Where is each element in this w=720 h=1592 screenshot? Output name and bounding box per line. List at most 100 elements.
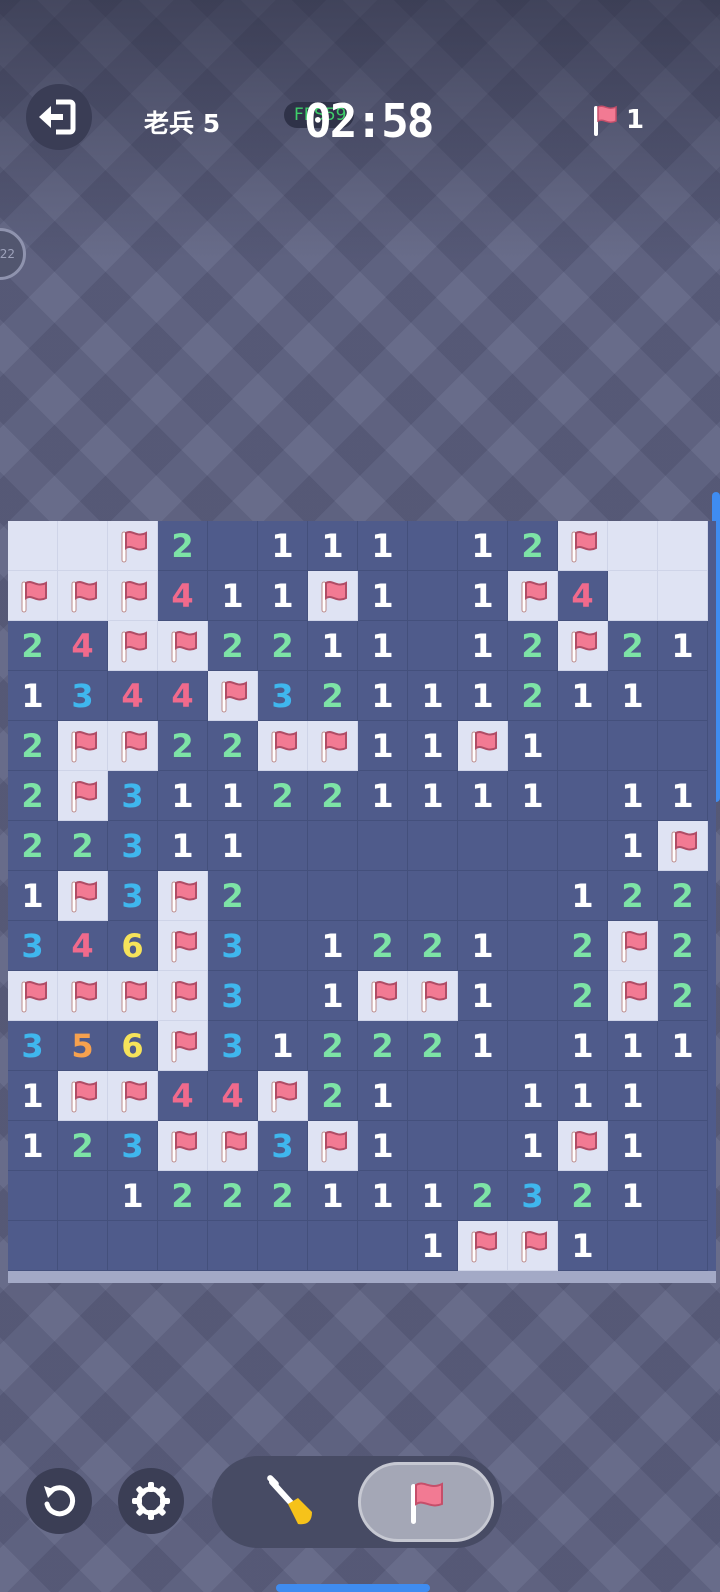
cell-number[interactable]: 1 xyxy=(458,621,508,671)
cell-flagged[interactable] xyxy=(258,1071,308,1121)
cell-number[interactable]: 3 xyxy=(58,671,108,721)
cell-number[interactable]: 1 xyxy=(8,1121,58,1171)
cell-flagged[interactable] xyxy=(158,971,208,1021)
cell-number[interactable]: 1 xyxy=(458,771,508,821)
cell-number[interactable]: 3 xyxy=(108,821,158,871)
cell-hidden[interactable] xyxy=(608,521,658,571)
cell-flagged[interactable] xyxy=(558,521,608,571)
cell-flagged[interactable] xyxy=(458,1221,508,1271)
cell-flagged[interactable] xyxy=(58,571,108,621)
cell-flagged[interactable] xyxy=(58,971,108,1021)
cell-number[interactable]: 1 xyxy=(508,1071,558,1121)
cell-number[interactable]: 1 xyxy=(358,521,408,571)
cell-flagged[interactable] xyxy=(8,571,58,621)
cell-number[interactable]: 1 xyxy=(558,1021,608,1071)
cell-number[interactable]: 2 xyxy=(508,621,558,671)
cell-flagged[interactable] xyxy=(208,1121,258,1171)
cell-empty[interactable] xyxy=(308,1221,358,1271)
cell-flagged[interactable] xyxy=(108,721,158,771)
cell-empty[interactable] xyxy=(558,721,608,771)
cell-number[interactable]: 1 xyxy=(558,871,608,921)
cell-number[interactable]: 6 xyxy=(108,921,158,971)
cell-number[interactable]: 4 xyxy=(58,921,108,971)
cell-number[interactable]: 1 xyxy=(658,771,708,821)
cell-number[interactable]: 3 xyxy=(108,871,158,921)
cell-number[interactable]: 1 xyxy=(358,1071,408,1121)
cell-number[interactable]: 2 xyxy=(658,871,708,921)
cell-number[interactable]: 1 xyxy=(8,1071,58,1121)
cell-number[interactable]: 1 xyxy=(308,521,358,571)
cell-number[interactable]: 1 xyxy=(608,1121,658,1171)
cell-flagged[interactable] xyxy=(508,571,558,621)
cell-empty[interactable] xyxy=(508,971,558,1021)
cell-number[interactable]: 1 xyxy=(358,721,408,771)
cell-empty[interactable] xyxy=(358,821,408,871)
cell-empty[interactable] xyxy=(208,1221,258,1271)
cell-number[interactable]: 2 xyxy=(208,871,258,921)
cell-empty[interactable] xyxy=(408,571,458,621)
cell-number[interactable]: 1 xyxy=(658,621,708,671)
cell-number[interactable]: 1 xyxy=(308,1171,358,1221)
cell-number[interactable]: 1 xyxy=(208,821,258,871)
cell-number[interactable]: 1 xyxy=(608,671,658,721)
cell-empty[interactable] xyxy=(608,1221,658,1271)
cell-number[interactable]: 2 xyxy=(558,971,608,1021)
cell-number[interactable]: 1 xyxy=(458,521,508,571)
cell-number[interactable]: 1 xyxy=(558,671,608,721)
cell-number[interactable]: 2 xyxy=(8,821,58,871)
cell-number[interactable]: 1 xyxy=(508,721,558,771)
cell-empty[interactable] xyxy=(658,671,708,721)
cell-flagged[interactable] xyxy=(108,571,158,621)
cell-number[interactable]: 2 xyxy=(58,1121,108,1171)
cell-number[interactable]: 3 xyxy=(108,1121,158,1171)
cell-flagged[interactable] xyxy=(108,1071,158,1121)
cell-number[interactable]: 1 xyxy=(458,1021,508,1071)
cell-number[interactable]: 1 xyxy=(558,1221,608,1271)
cell-number[interactable]: 4 xyxy=(108,671,158,721)
cell-number[interactable]: 1 xyxy=(358,621,408,671)
cell-number[interactable]: 2 xyxy=(158,1171,208,1221)
cell-number[interactable]: 1 xyxy=(458,921,508,971)
cell-number[interactable]: 2 xyxy=(508,671,558,721)
cell-number[interactable]: 1 xyxy=(458,971,508,1021)
cell-number[interactable]: 2 xyxy=(558,1171,608,1221)
cell-empty[interactable] xyxy=(8,1171,58,1221)
cell-number[interactable]: 1 xyxy=(258,521,308,571)
cell-number[interactable]: 2 xyxy=(158,521,208,571)
cell-number[interactable]: 2 xyxy=(358,1021,408,1071)
cell-number[interactable]: 1 xyxy=(508,771,558,821)
cell-empty[interactable] xyxy=(108,1221,158,1271)
cell-flagged[interactable] xyxy=(308,1121,358,1171)
cell-number[interactable]: 1 xyxy=(308,921,358,971)
side-badge[interactable]: 22 xyxy=(0,228,26,280)
home-indicator[interactable] xyxy=(276,1584,430,1592)
cell-number[interactable]: 2 xyxy=(308,771,358,821)
cell-empty[interactable] xyxy=(458,821,508,871)
cell-number[interactable]: 3 xyxy=(8,1021,58,1071)
cell-number[interactable]: 2 xyxy=(8,721,58,771)
cell-flagged[interactable] xyxy=(158,871,208,921)
cell-flagged[interactable] xyxy=(308,571,358,621)
cell-empty[interactable] xyxy=(508,871,558,921)
cell-empty[interactable] xyxy=(458,1071,508,1121)
cell-number[interactable]: 1 xyxy=(508,1121,558,1171)
cell-empty[interactable] xyxy=(408,521,458,571)
cell-number[interactable]: 1 xyxy=(308,971,358,1021)
cell-number[interactable]: 4 xyxy=(58,621,108,671)
cell-flagged[interactable] xyxy=(58,1071,108,1121)
cell-number[interactable]: 1 xyxy=(658,1021,708,1071)
cell-number[interactable]: 1 xyxy=(308,621,358,671)
cell-empty[interactable] xyxy=(58,1171,108,1221)
dig-mode-button[interactable] xyxy=(250,1470,330,1534)
cell-empty[interactable] xyxy=(408,821,458,871)
cell-number[interactable]: 2 xyxy=(658,921,708,971)
cell-number[interactable]: 1 xyxy=(158,821,208,871)
cell-empty[interactable] xyxy=(208,521,258,571)
cell-number[interactable]: 1 xyxy=(358,1171,408,1221)
cell-number[interactable]: 3 xyxy=(108,771,158,821)
cell-number[interactable]: 2 xyxy=(558,921,608,971)
cell-number[interactable]: 1 xyxy=(608,1021,658,1071)
cell-flagged[interactable] xyxy=(58,721,108,771)
cell-number[interactable]: 3 xyxy=(258,671,308,721)
cell-flagged[interactable] xyxy=(158,921,208,971)
